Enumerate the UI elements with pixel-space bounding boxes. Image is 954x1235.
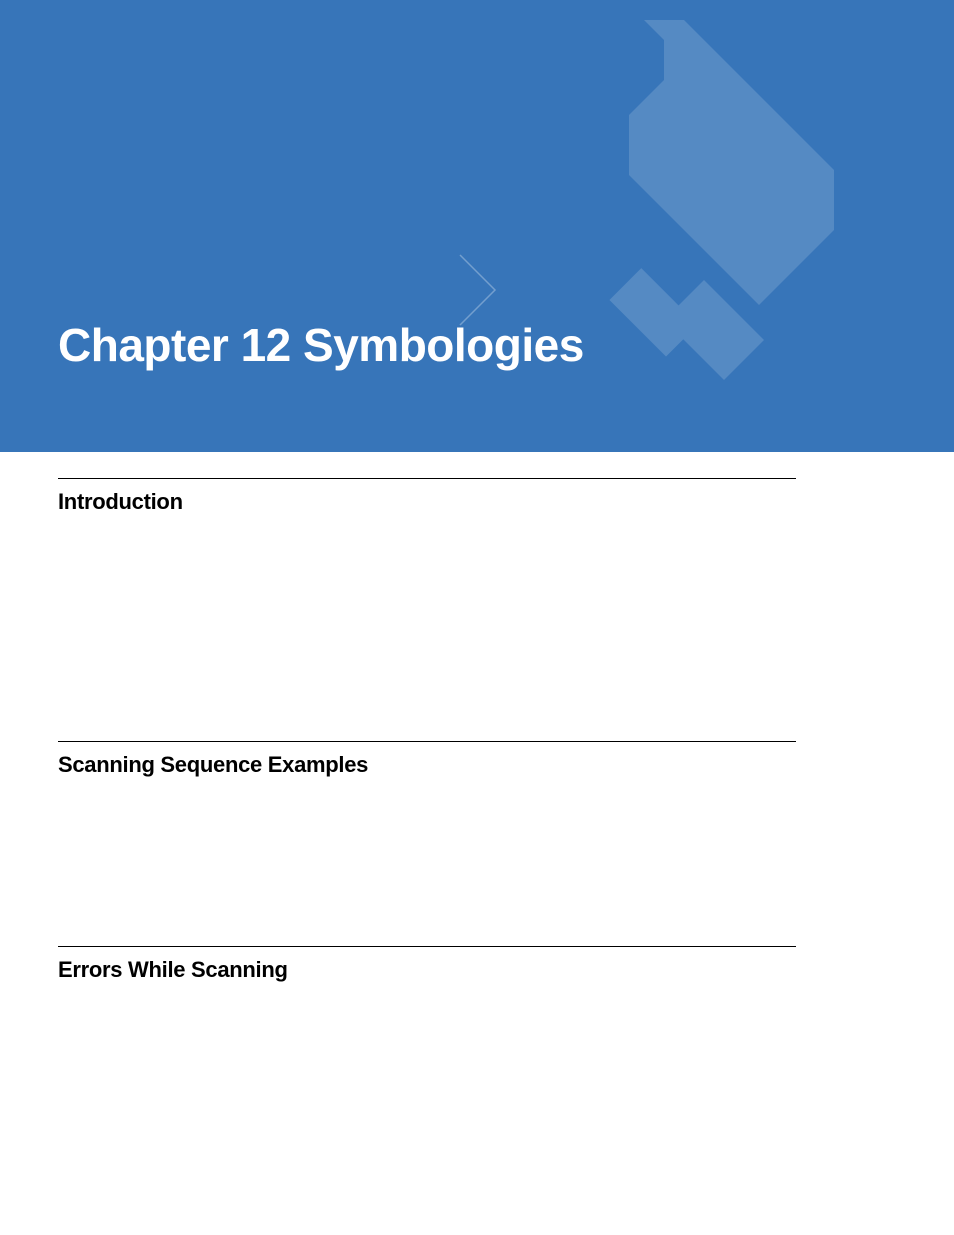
section-rule (58, 741, 796, 742)
chapter-title: Chapter 12 Symbologies (58, 318, 584, 372)
banner-scanner-graphic (574, 20, 834, 420)
section-scanning-sequence-examples: Scanning Sequence Examples (58, 741, 794, 920)
section-heading-introduction: Introduction (58, 489, 794, 515)
section-errors-while-scanning: Errors While Scanning (58, 946, 794, 983)
page-content: Introduction Scanning Sequence Examples … (0, 478, 954, 983)
section-heading-scanning-sequence-examples: Scanning Sequence Examples (58, 752, 794, 778)
chapter-banner: Chapter 12 Symbologies (0, 0, 954, 452)
section-rule (58, 946, 796, 947)
section-rule (58, 478, 796, 479)
section-heading-errors-while-scanning: Errors While Scanning (58, 957, 794, 983)
section-introduction: Introduction (58, 478, 794, 715)
